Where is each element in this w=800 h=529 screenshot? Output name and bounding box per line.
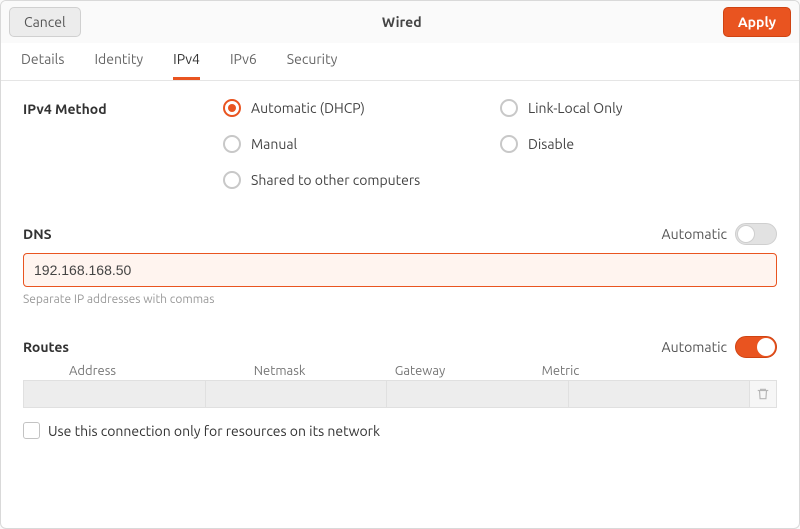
tab-security[interactable]: Security: [287, 43, 338, 80]
radio-label: Shared to other computers: [251, 172, 420, 188]
radio-icon: [500, 99, 518, 117]
apply-button[interactable]: Apply: [723, 7, 791, 37]
tab-ipv6[interactable]: IPv6: [230, 43, 257, 80]
route-address-cell[interactable]: [23, 380, 206, 408]
routes-auto-toggle-group: Automatic: [662, 336, 777, 358]
dns-auto-toggle-group: Automatic: [662, 223, 777, 245]
radio-icon: [500, 135, 518, 153]
ipv4-panel: IPv4 Method Automatic (DHCP) Link-Local …: [1, 81, 799, 528]
routes-header: Routes Automatic: [23, 336, 777, 358]
routes-row: [23, 380, 777, 408]
ipv4-method-label: IPv4 Method: [23, 99, 223, 117]
dns-auto-switch[interactable]: [735, 223, 777, 245]
routes-title: Routes: [23, 339, 69, 355]
checkbox-label: Use this connection only for resources o…: [48, 423, 380, 439]
dns-header: DNS Automatic: [23, 223, 777, 245]
routes-col-netmask: Netmask: [209, 364, 349, 378]
dns-title: DNS: [23, 226, 52, 242]
cancel-button[interactable]: Cancel: [9, 7, 81, 37]
tabs: Details Identity IPv4 IPv6 Security: [1, 43, 799, 81]
routes-col-metric: Metric: [490, 364, 630, 378]
routes-section: Routes Automatic Address Netmask Gateway…: [23, 336, 777, 439]
dns-auto-label: Automatic: [662, 226, 727, 242]
radio-label: Manual: [251, 136, 297, 152]
radio-label: Disable: [528, 136, 574, 152]
route-netmask-cell[interactable]: [205, 380, 388, 408]
method-auto-dhcp[interactable]: Automatic (DHCP): [223, 99, 500, 117]
method-shared[interactable]: Shared to other computers: [223, 171, 500, 189]
checkbox-icon: [23, 422, 40, 439]
routes-auto-switch[interactable]: [735, 336, 777, 358]
dns-input[interactable]: [23, 253, 777, 287]
tab-details[interactable]: Details: [21, 43, 64, 80]
radio-label: Automatic (DHCP): [251, 100, 365, 116]
method-link-local[interactable]: Link-Local Only: [500, 99, 777, 117]
route-delete-button[interactable]: [749, 380, 777, 408]
only-this-network-checkbox[interactable]: Use this connection only for resources o…: [23, 422, 777, 439]
radio-icon: [223, 171, 241, 189]
routes-col-address: Address: [29, 364, 209, 378]
dialog-title: Wired: [382, 14, 422, 30]
method-disable[interactable]: Disable: [500, 135, 777, 153]
radio-icon: [223, 135, 241, 153]
dialog-header: Cancel Wired Apply: [1, 1, 799, 43]
dns-hint: Separate IP addresses with commas: [23, 293, 777, 306]
route-gateway-cell[interactable]: [386, 380, 569, 408]
dns-section: DNS Automatic Separate IP addresses with…: [23, 223, 777, 306]
routes-auto-label: Automatic: [662, 339, 727, 355]
trash-icon: [756, 387, 770, 401]
network-settings-dialog: Cancel Wired Apply Details Identity IPv4…: [0, 0, 800, 529]
tab-identity[interactable]: Identity: [94, 43, 143, 80]
method-manual[interactable]: Manual: [223, 135, 500, 153]
routes-columns: Address Netmask Gateway Metric: [23, 364, 777, 378]
tab-ipv4[interactable]: IPv4: [173, 43, 200, 80]
ipv4-method-options: Automatic (DHCP) Link-Local Only Manual …: [223, 99, 777, 189]
route-metric-cell[interactable]: [568, 380, 751, 408]
radio-label: Link-Local Only: [528, 100, 623, 116]
routes-col-gateway: Gateway: [350, 364, 490, 378]
radio-icon: [223, 99, 241, 117]
ipv4-method-section: IPv4 Method Automatic (DHCP) Link-Local …: [23, 99, 777, 189]
